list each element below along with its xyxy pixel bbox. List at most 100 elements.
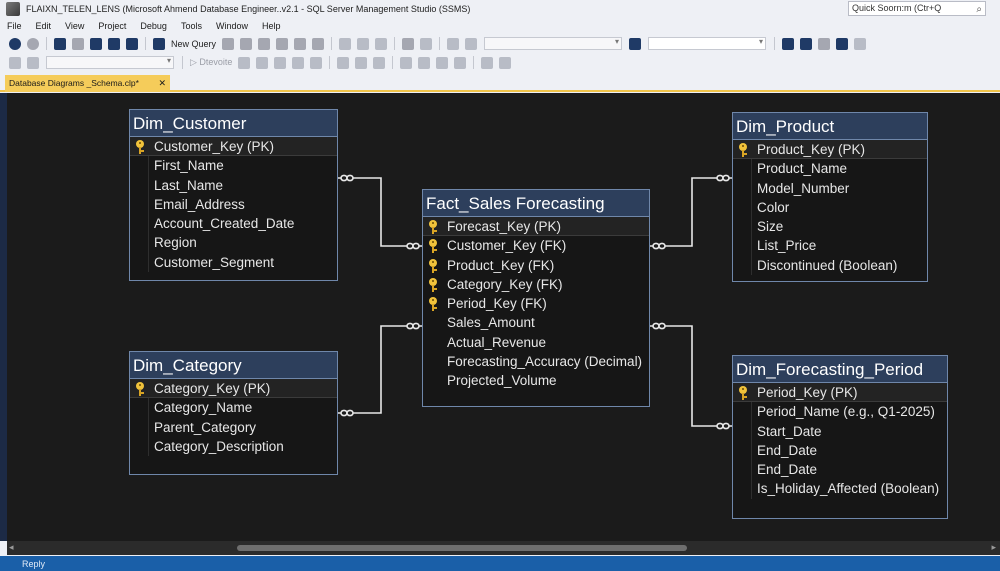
menu-file[interactable]: File xyxy=(0,21,29,31)
database-query-icon[interactable] xyxy=(222,37,235,50)
column-row[interactable]: First_Name xyxy=(130,156,337,176)
table-title[interactable]: Dim_Category xyxy=(130,352,337,379)
table-title[interactable]: Fact_Sales Forecasting xyxy=(423,190,649,217)
start-icon[interactable] xyxy=(465,37,478,50)
table-dim-customer[interactable]: Dim_Customer Customer_Key (PK) First_Nam… xyxy=(129,109,338,281)
close-icon[interactable]: ✕ xyxy=(158,75,166,92)
foreign-key-row[interactable]: Product_Key (FK) xyxy=(423,256,649,275)
save-icon[interactable] xyxy=(108,37,120,50)
window-layout-icon[interactable] xyxy=(447,37,460,50)
menu-project[interactable]: Project xyxy=(91,21,133,31)
tools-icon[interactable] xyxy=(800,37,813,50)
dax-query-icon[interactable] xyxy=(294,37,307,50)
toolbox-icon[interactable] xyxy=(818,37,831,50)
analysis-query-icon[interactable] xyxy=(312,37,325,50)
horizontal-scrollbar[interactable]: ◂ ▸ xyxy=(7,541,1000,555)
table-title[interactable]: Dim_Product xyxy=(733,113,927,140)
change-connection-icon[interactable] xyxy=(27,56,39,69)
column-row[interactable]: Category_Description xyxy=(130,436,337,457)
column-row[interactable]: Period_Name (e.g., Q1-2025) xyxy=(733,402,947,422)
column-row[interactable]: Parent_Category xyxy=(130,417,337,437)
properties-icon[interactable] xyxy=(782,37,795,50)
column-row[interactable]: Color xyxy=(733,197,927,218)
copy-icon[interactable] xyxy=(357,37,370,50)
toolbar-overflow-icon[interactable] xyxy=(499,56,512,69)
column-row[interactable]: Start_Date xyxy=(733,421,947,441)
primary-key-row[interactable]: Product_Key (PK) xyxy=(733,140,927,160)
primary-key-row[interactable]: Category_Key (PK) xyxy=(130,379,337,399)
primary-key-row[interactable]: Customer_Key (PK) xyxy=(130,137,337,157)
paste-icon[interactable] xyxy=(375,37,388,50)
indent-icon[interactable] xyxy=(436,56,449,69)
find-icon[interactable] xyxy=(629,37,642,50)
primary-key-row[interactable]: Period_Key (PK) xyxy=(733,383,947,403)
column-row[interactable]: Size xyxy=(733,217,927,237)
column-row[interactable]: Category_Name xyxy=(130,398,337,418)
new-project-icon[interactable] xyxy=(54,37,66,50)
results-to-text-icon[interactable] xyxy=(337,56,350,69)
outdent-icon[interactable] xyxy=(454,56,467,69)
column-row[interactable]: Is_Holiday_Affected (Boolean) xyxy=(733,479,947,499)
scroll-right-icon[interactable]: ▸ xyxy=(991,542,996,553)
solution-configuration-dropdown[interactable] xyxy=(484,37,623,50)
column-row[interactable]: Sales_Amount xyxy=(423,313,649,332)
dmx-query-icon[interactable] xyxy=(258,37,271,50)
table-dim-product[interactable]: Dim_Product Product_Key (PK) Product_Nam… xyxy=(732,112,928,282)
column-row[interactable]: Region xyxy=(130,233,337,253)
xmla-query-icon[interactable] xyxy=(276,37,289,50)
table-fact-sales-forecasting[interactable]: Fact_Sales Forecasting Forecast_Key (PK)… xyxy=(422,189,650,407)
specify-values-icon[interactable] xyxy=(481,56,494,69)
foreign-key-row[interactable]: Category_Key (FK) xyxy=(423,275,649,294)
foreign-key-row[interactable]: Customer_Key (FK) xyxy=(423,236,649,255)
toolbar-options-icon[interactable] xyxy=(854,37,867,50)
cut-icon[interactable] xyxy=(339,37,352,50)
find-dropdown[interactable] xyxy=(648,37,767,50)
save-all-icon[interactable] xyxy=(126,37,138,50)
check-icon[interactable] xyxy=(274,56,287,69)
column-row[interactable]: Email_Address xyxy=(130,194,337,215)
column-row[interactable]: Actual_Revenue xyxy=(423,333,649,352)
add-item-icon[interactable] xyxy=(72,37,84,50)
column-row[interactable]: List_Price xyxy=(733,236,927,256)
table-title[interactable]: Dim_Customer xyxy=(130,110,337,137)
new-query-icon[interactable] xyxy=(153,37,165,50)
new-query-button[interactable]: New Query xyxy=(171,39,216,49)
menu-tools[interactable]: Tools xyxy=(174,21,209,31)
table-dim-forecasting-period[interactable]: Dim_Forecasting_Period Period_Key (PK) P… xyxy=(732,355,948,519)
table-dim-category[interactable]: Dim_Category Category_Key (PK) Category_… xyxy=(129,351,338,475)
menu-help[interactable]: Help xyxy=(255,21,288,31)
quick-launch-input[interactable]: Quick Soorn:m (Ctr+Q ⌕ xyxy=(848,1,986,16)
comment-icon[interactable] xyxy=(400,56,413,69)
results-to-file-icon[interactable] xyxy=(373,56,386,69)
estimated-plan-icon[interactable] xyxy=(292,56,305,69)
column-row[interactable]: Discontinued (Boolean) xyxy=(733,255,927,276)
column-row[interactable]: Model_Number xyxy=(733,178,927,198)
primary-key-row[interactable]: Forecast_Key (PK) xyxy=(423,217,649,237)
tab-database-diagram[interactable]: Database Diagrams _Schema.clp* ✕ xyxy=(5,75,170,92)
available-databases-dropdown[interactable] xyxy=(46,56,174,69)
undo-icon[interactable] xyxy=(402,37,415,50)
redo-icon[interactable] xyxy=(420,37,433,50)
results-to-grid-icon[interactable] xyxy=(355,56,368,69)
window-icon[interactable] xyxy=(836,37,849,50)
back-icon[interactable] xyxy=(9,37,21,50)
connect-icon[interactable] xyxy=(9,56,21,69)
uncomment-icon[interactable] xyxy=(418,56,431,69)
column-row[interactable]: Forecasting_Accuracy (Decimal) xyxy=(423,352,649,371)
foreign-key-row[interactable]: Period_Key (FK) xyxy=(423,294,649,313)
open-file-icon[interactable] xyxy=(90,37,102,50)
menu-window[interactable]: Window xyxy=(209,21,255,31)
column-row[interactable]: End_Date xyxy=(733,460,947,480)
query-options-icon[interactable] xyxy=(310,56,323,69)
execute-button[interactable]: ▷ Dtevoite xyxy=(190,57,232,68)
column-row[interactable]: Projected_Volume xyxy=(423,371,649,390)
column-row[interactable]: Account_Created_Date xyxy=(130,214,337,234)
forward-icon[interactable] xyxy=(27,37,39,50)
column-row[interactable]: Customer_Segment xyxy=(130,252,337,273)
scrollbar-thumb[interactable] xyxy=(237,545,687,551)
menu-view[interactable]: View xyxy=(58,21,91,31)
parse-icon[interactable] xyxy=(256,56,269,69)
menu-debug[interactable]: Debug xyxy=(133,21,174,31)
scroll-left-icon[interactable]: ◂ xyxy=(9,542,14,553)
search-icon[interactable]: ⌕ xyxy=(976,3,982,16)
